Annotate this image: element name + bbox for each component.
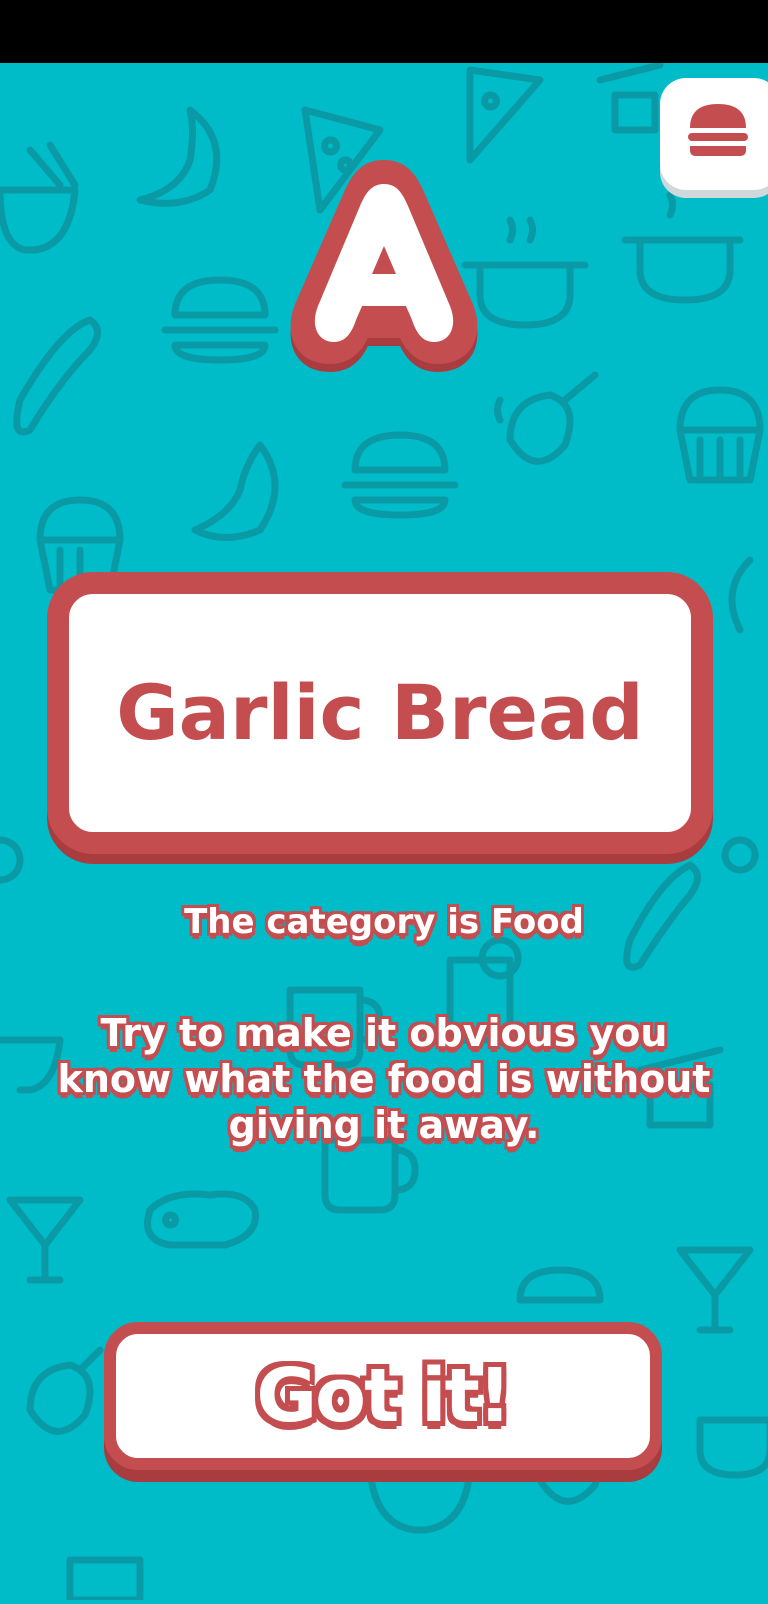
sushi-icon xyxy=(66,1556,144,1604)
lemon-icon xyxy=(721,836,759,874)
got-it-label: Got it! xyxy=(256,1353,511,1439)
cooking-pot-icon xyxy=(621,191,744,304)
cooking-pot-icon xyxy=(696,1416,768,1479)
sushi-icon xyxy=(596,61,664,134)
hotdog-icon xyxy=(728,556,754,634)
steak-icon xyxy=(144,1190,260,1249)
burger-icon xyxy=(161,276,279,364)
hotdog-icon xyxy=(13,316,101,436)
lemon-icon xyxy=(0,836,24,884)
cupcake-icon xyxy=(676,386,764,484)
burger-icon xyxy=(341,431,459,519)
croissant-icon xyxy=(191,441,279,541)
secret-word: Garlic Bread xyxy=(116,668,644,757)
word-card: Garlic Bread xyxy=(47,572,713,854)
letter-badge: A xyxy=(282,160,486,380)
cocktail-icon xyxy=(676,1246,754,1334)
status-bar xyxy=(0,0,768,63)
ramen-bowl-icon xyxy=(0,141,79,254)
burger-icon xyxy=(516,1266,604,1304)
menu-button[interactable] xyxy=(660,78,768,190)
got-it-button[interactable]: Got it! xyxy=(104,1322,662,1470)
chicken-leg-icon xyxy=(494,371,599,465)
category-text: The category is Food xyxy=(184,902,584,942)
pizza-slice-icon xyxy=(466,66,544,164)
croissant-icon xyxy=(136,106,221,207)
chicken-leg-icon xyxy=(26,1346,104,1435)
mug-icon xyxy=(321,1136,419,1214)
hint-text: Try to make it obvious you know what the… xyxy=(57,1011,711,1147)
cocktail-icon xyxy=(6,1196,84,1284)
hamburger-burger-icon xyxy=(688,104,748,156)
